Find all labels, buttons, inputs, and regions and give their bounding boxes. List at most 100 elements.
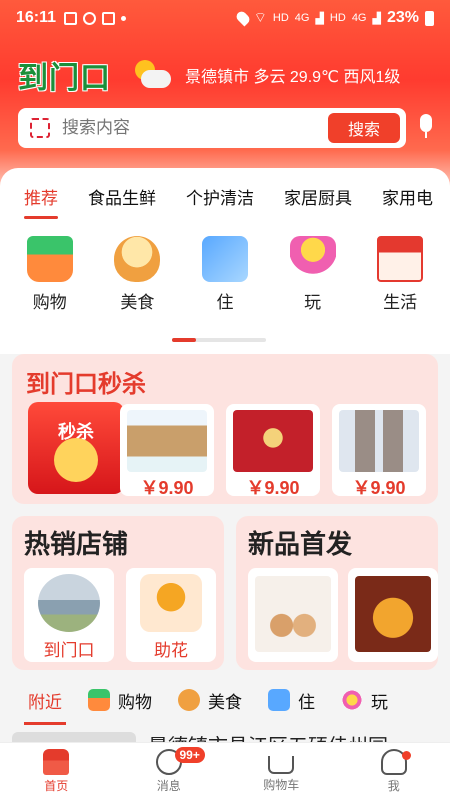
search-input[interactable] — [62, 118, 328, 138]
card-icon — [268, 689, 290, 711]
deal-card[interactable]: ￥9.90 — [226, 404, 320, 498]
notification-dot — [401, 751, 411, 760]
shopping-basket-icon — [26, 236, 73, 282]
nav-profile[interactable]: 我 — [338, 743, 450, 800]
category-label: 玩 — [304, 293, 322, 312]
category-tabs: 推荐 食品生鲜 个护清洁 家居厨具 家用电 — [0, 168, 450, 224]
wifi-icon: ⌔ — [253, 9, 267, 25]
brand-row: 到门口 景德镇市 多云 29.9℃ 西风1级 — [18, 50, 438, 100]
signal-icon-2: ▟ — [372, 12, 381, 25]
cocktail-icon — [289, 236, 336, 282]
store-name: 助花 — [154, 641, 188, 660]
microphone-icon[interactable] — [418, 114, 434, 142]
store-image — [38, 574, 100, 632]
product-image — [255, 576, 331, 652]
category-pager — [172, 338, 266, 342]
new-products-section[interactable]: 新品首发 — [236, 516, 438, 670]
hot-stores-section[interactable]: 热销店铺 到门口 助花 — [12, 516, 224, 670]
store-card[interactable]: 助花 — [126, 568, 216, 662]
store-card[interactable]: 到门口 — [24, 568, 114, 662]
hd-label: HD — [272, 12, 289, 24]
tab-label: 购物 — [118, 692, 152, 712]
shopping-basket-icon — [88, 689, 110, 711]
nav-home[interactable]: 首页 — [0, 743, 113, 800]
flash-sale-section[interactable]: 到门口秒杀 秒杀 ￥9.90 ￥9.90 ￥9.90 — [12, 354, 438, 504]
status-bar: 16:11 ⌔ HD 4G ▟ HD 4G ▟ 23% — [0, 0, 450, 36]
signal-icon: ▟ — [315, 12, 324, 25]
status-time: 16:11 — [16, 9, 57, 26]
nav-label: 首页 — [44, 779, 69, 793]
partly-cloudy-icon — [131, 58, 175, 92]
nav-cart[interactable]: 购物车 — [225, 743, 338, 800]
battery-icon — [425, 10, 434, 26]
tab-play[interactable]: 玩 — [341, 688, 388, 713]
tab-label: 美食 — [208, 692, 242, 712]
category-label: 购物 — [32, 293, 67, 312]
nav-label: 我 — [387, 779, 400, 793]
location-icon — [234, 9, 252, 27]
home-store-icon — [43, 749, 70, 775]
tab-appliances[interactable]: 家用电 — [382, 184, 433, 209]
category-label: 美食 — [120, 293, 155, 312]
noodle-bowl-icon — [114, 236, 161, 282]
app-logo: 到门口 — [18, 61, 111, 96]
hot-stores-title: 热销店铺 — [24, 529, 129, 559]
new-product-card[interactable] — [248, 568, 338, 662]
app-notification-icon — [102, 11, 116, 25]
category-food[interactable]: 美食 — [102, 236, 172, 313]
bottom-navigation: 首页 消息 99+ 购物车 我 — [0, 742, 450, 800]
message-count-badge: 99+ — [174, 747, 205, 763]
product-image — [127, 410, 207, 472]
deal-price: ￥9.90 — [140, 478, 194, 498]
deal-price: ￥9.90 — [246, 478, 300, 498]
battery-level: 23% — [386, 9, 419, 26]
feed-tabs: 附近 购物 美食 住 玩 — [0, 678, 450, 725]
noodle-bowl-icon — [178, 689, 200, 711]
deal-card[interactable]: ￥9.90 — [332, 404, 426, 498]
search-bar: 搜索 — [18, 108, 406, 148]
tab-recommend[interactable]: 推荐 — [24, 184, 58, 219]
product-image — [355, 576, 431, 652]
gallery-notification-icon — [64, 11, 78, 25]
category-icons: 购物 美食 住 玩 生活 — [0, 224, 450, 313]
category-panel: 推荐 食品生鲜 个护清洁 家居厨具 家用电 购物 美食 住 玩 生活 — [0, 168, 450, 354]
tab-food[interactable]: 美食 — [178, 688, 242, 713]
new-product-card[interactable] — [348, 568, 438, 662]
hd-label-2: HD — [329, 12, 346, 24]
weibo-notification-icon — [83, 11, 97, 25]
category-label: 住 — [216, 293, 234, 312]
tab-shopping[interactable]: 购物 — [88, 688, 152, 713]
category-shopping[interactable]: 购物 — [15, 236, 85, 313]
nav-label: 消息 — [156, 779, 181, 793]
signal-label: 4G — [294, 12, 310, 24]
product-image — [233, 410, 313, 472]
tab-label: 附近 — [28, 692, 62, 712]
product-image — [339, 410, 419, 472]
alarm-clock-icon — [54, 438, 98, 482]
tab-personal-care[interactable]: 个护清洁 — [186, 184, 254, 209]
more-notifications-icon — [121, 15, 127, 21]
category-stay[interactable]: 住 — [190, 236, 260, 313]
tab-nearby[interactable]: 附近 — [24, 688, 66, 725]
category-life[interactable]: 生活 — [365, 236, 435, 313]
nav-label: 购物车 — [263, 778, 300, 792]
category-label: 生活 — [383, 293, 418, 312]
tab-fresh-food[interactable]: 食品生鲜 — [88, 184, 156, 209]
cocktail-icon — [341, 689, 363, 711]
card-icon — [201, 236, 248, 282]
store-name: 到门口 — [43, 641, 95, 660]
scan-icon[interactable] — [30, 118, 50, 138]
nav-messages[interactable]: 消息 99+ — [113, 743, 226, 800]
cart-icon — [268, 756, 295, 774]
tab-stay[interactable]: 住 — [268, 688, 315, 713]
search-button[interactable]: 搜索 — [328, 113, 400, 143]
flash-sale-title: 到门口秒杀 — [26, 370, 146, 398]
store-image — [140, 574, 202, 632]
category-play[interactable]: 玩 — [278, 236, 348, 313]
tab-home-kitchen[interactable]: 家居厨具 — [284, 184, 352, 209]
signal-label-2: 4G — [351, 12, 367, 24]
tab-label: 玩 — [371, 692, 388, 712]
weather-info: 景德镇市 多云 29.9℃ 西风1级 — [185, 69, 401, 86]
deal-card[interactable]: ￥9.90 — [120, 404, 214, 498]
flash-sale-banner[interactable]: 秒杀 — [28, 402, 124, 494]
